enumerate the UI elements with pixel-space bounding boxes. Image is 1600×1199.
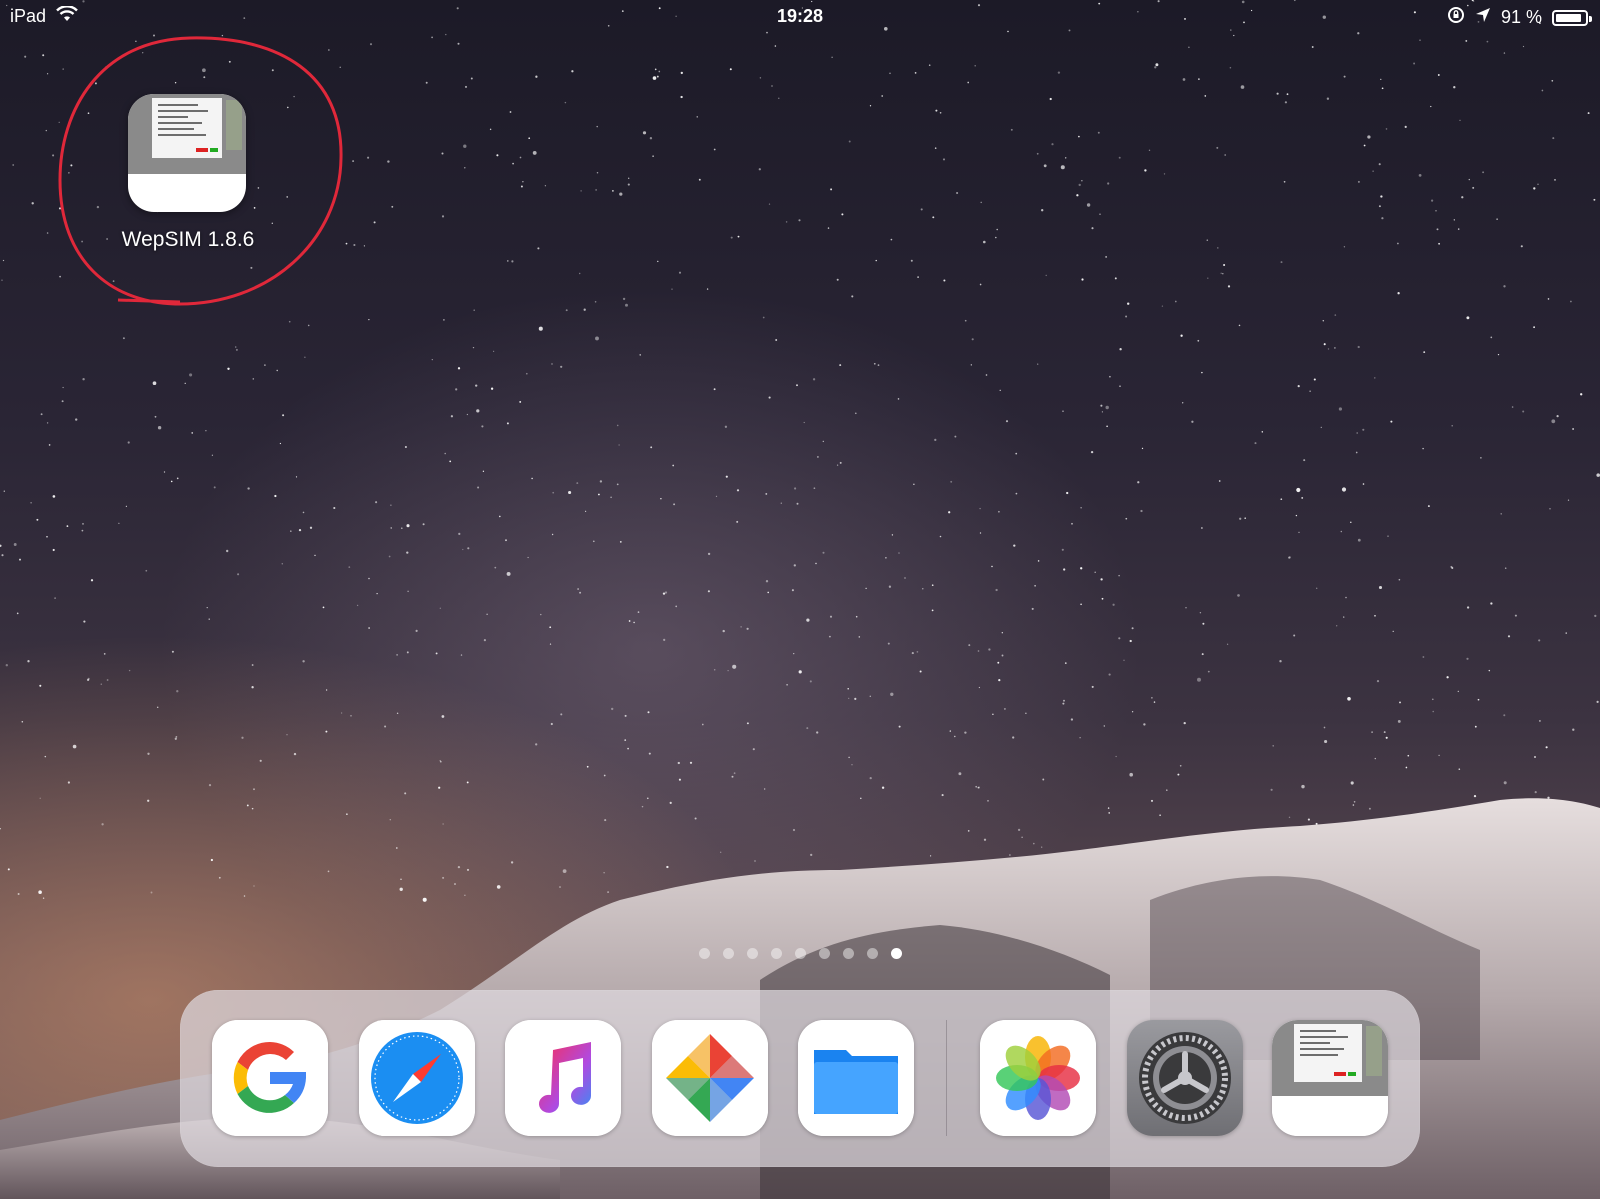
wepsim-icon[interactable] <box>1272 1020 1388 1136</box>
page-dot[interactable] <box>866 948 878 959</box>
page-dot[interactable] <box>770 948 782 959</box>
google-icon[interactable] <box>212 1020 328 1136</box>
orientation-lock-icon <box>1447 6 1465 29</box>
app-icon-sidebar <box>226 100 242 150</box>
battery-level <box>1556 13 1581 22</box>
page-dot[interactable] <box>890 948 902 959</box>
app-icon-screenshot <box>152 98 222 158</box>
page-dot[interactable] <box>698 948 710 959</box>
page-indicator[interactable] <box>0 948 1600 959</box>
music-icon[interactable] <box>505 1020 621 1136</box>
wepsim-app-label: WepSIM 1.8.6 <box>121 228 255 251</box>
status-bar: iPad 19:28 91 % <box>0 0 1600 34</box>
page-dot[interactable] <box>794 948 806 959</box>
files-icon[interactable] <box>798 1020 914 1136</box>
page-dot[interactable] <box>722 948 734 959</box>
dock-divider <box>946 1020 947 1136</box>
settings-icon[interactable] <box>1127 1020 1243 1136</box>
location-icon <box>1475 7 1491 28</box>
photos-icon[interactable] <box>980 1020 1096 1136</box>
page-dot[interactable] <box>818 948 830 959</box>
page-dot[interactable] <box>842 948 854 959</box>
safari-icon[interactable] <box>359 1020 475 1136</box>
google-photos-icon[interactable] <box>652 1020 768 1136</box>
battery-percentage: 91 % <box>1500 7 1542 27</box>
wepsim-app-icon[interactable] <box>128 94 246 212</box>
battery-tip <box>1589 15 1592 22</box>
page-dot[interactable] <box>746 948 758 959</box>
battery-icon <box>1552 9 1592 26</box>
status-time: 19:28 <box>776 6 824 26</box>
status-right: 91 % <box>1447 6 1592 29</box>
